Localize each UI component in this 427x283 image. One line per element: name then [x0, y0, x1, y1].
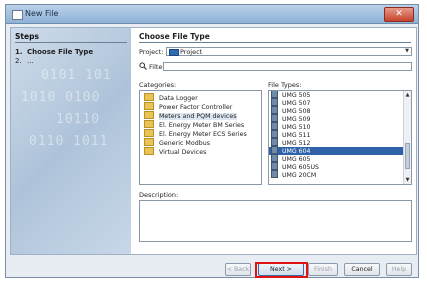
decorative-binary-text: 10110 — [56, 112, 101, 127]
scroll-thumb[interactable] — [405, 143, 410, 169]
step-number: 1. — [15, 48, 23, 56]
device-icon — [271, 162, 278, 170]
step-label: Choose File Type — [27, 48, 94, 56]
categories-list[interactable]: Data Logger Power Factor Controller Mete… — [139, 90, 262, 185]
category-label: Virtual Devices — [159, 149, 207, 156]
project-select[interactable]: Project ▼ — [166, 47, 412, 56]
category-item[interactable]: El. Energy Meter ECS Series — [144, 129, 247, 138]
category-label: El. Energy Meter BM Series — [159, 122, 245, 129]
wizard-content: 0101 101 1010 0100 10110 0110 1011 Steps… — [10, 27, 417, 255]
choose-file-type-panel: Choose File Type Project: Project ▼ Filt… — [139, 28, 414, 254]
folder-icon — [144, 129, 154, 137]
device-icon — [271, 114, 278, 122]
close-button[interactable]: ✕ — [384, 7, 414, 22]
scroll-down-icon[interactable]: ▼ — [404, 177, 411, 183]
file-types-list[interactable]: UMG 505 UMG 507 UMG 508 UMG 509 UMG 510 … — [268, 90, 412, 185]
file-type-item[interactable]: UMG 508 — [269, 106, 403, 115]
finish-button[interactable]: Finish — [308, 263, 338, 276]
file-type-label: UMG 512 — [282, 140, 311, 147]
step-item-2: 2.... — [15, 57, 34, 65]
category-label: El. Energy Meter ECS Series — [159, 131, 247, 138]
back-button[interactable]: < Back — [225, 263, 251, 276]
category-item[interactable]: Generic Modbus — [144, 138, 210, 147]
device-icon — [271, 138, 278, 146]
categories-label: Categories: — [139, 81, 177, 89]
device-icon — [271, 122, 278, 130]
panel-divider — [139, 42, 411, 43]
window-title: New File — [25, 9, 59, 18]
file-type-item[interactable]: UMG 512 — [269, 138, 403, 147]
steps-heading: Steps — [15, 32, 39, 41]
file-type-item[interactable]: UMG 511 — [269, 130, 403, 139]
file-type-label: UMG 508 — [282, 108, 311, 115]
device-icon — [271, 106, 278, 114]
folder-icon — [144, 93, 154, 101]
description-box — [139, 200, 412, 242]
new-file-icon — [12, 10, 23, 20]
next-button-highlight — [255, 262, 308, 278]
search-icon — [139, 62, 147, 70]
decorative-binary-text: 1010 0100 — [21, 90, 101, 105]
folder-icon — [144, 111, 154, 119]
device-icon — [271, 170, 278, 178]
chevron-down-icon[interactable]: ▼ — [403, 48, 411, 55]
device-icon — [271, 98, 278, 106]
file-type-item[interactable]: UMG 507 — [269, 98, 403, 107]
description-label: Description: — [139, 191, 179, 199]
category-label: Data Logger — [159, 95, 198, 102]
project-label: Project: — [139, 48, 164, 56]
category-item[interactable]: Data Logger — [144, 93, 198, 102]
folder-icon — [144, 102, 154, 110]
device-icon — [271, 91, 278, 98]
category-item[interactable]: Virtual Devices — [144, 147, 207, 156]
cancel-button[interactable]: Cancel — [344, 263, 380, 276]
folder-icon — [144, 120, 154, 128]
project-value: Project — [180, 48, 203, 56]
file-type-label: UMG 605US — [282, 164, 319, 171]
device-icon — [271, 154, 278, 162]
device-icon — [271, 146, 278, 154]
step-number: 2. — [15, 57, 22, 65]
scroll-up-icon[interactable]: ▲ — [404, 92, 411, 98]
category-item-selected[interactable]: Meters and PQM devices — [144, 111, 237, 120]
panel-heading: Choose File Type — [139, 32, 210, 41]
file-type-label: UMG 511 — [282, 132, 311, 139]
file-type-item[interactable]: UMG 605 — [269, 154, 403, 163]
file-type-item[interactable]: UMG 505 — [269, 91, 403, 99]
title-bar[interactable]: New File ✕ — [6, 5, 418, 24]
folder-icon — [144, 147, 154, 155]
category-label: Generic Modbus — [159, 140, 210, 147]
file-type-item-selected[interactable]: UMG 604 — [269, 146, 403, 155]
help-button[interactable]: Help — [386, 263, 412, 276]
decorative-binary-text: 0101 101 — [41, 68, 112, 83]
step-label: ... — [27, 57, 34, 65]
file-type-label: UMG 510 — [282, 124, 311, 131]
file-type-label: UMG 509 — [282, 116, 311, 123]
file-type-item[interactable]: UMG 510 — [269, 122, 403, 131]
file-type-label: UMG 507 — [282, 100, 311, 107]
category-item[interactable]: Power Factor Controller — [144, 102, 233, 111]
file-type-label: UMG 505 — [282, 92, 311, 99]
project-icon — [169, 49, 179, 56]
folder-icon — [144, 138, 154, 146]
file-type-label: UMG 605 — [282, 156, 311, 163]
filter-input[interactable] — [163, 62, 412, 71]
file-type-item[interactable]: UMG 605US — [269, 162, 403, 171]
file-types-label: File Types: — [268, 81, 302, 89]
file-types-scrollbar[interactable]: ▲ ▼ — [403, 91, 411, 184]
file-type-item[interactable]: UMG 20CM — [269, 170, 403, 179]
file-type-item[interactable]: UMG 509 — [269, 114, 403, 123]
step-item-1: 1. Choose File Type — [15, 48, 93, 56]
file-type-label: UMG 20CM — [282, 172, 317, 179]
category-label: Meters and PQM devices — [159, 113, 237, 120]
category-label: Power Factor Controller — [159, 104, 233, 111]
category-item[interactable]: El. Energy Meter BM Series — [144, 120, 245, 129]
steps-divider — [15, 42, 127, 43]
steps-panel: 0101 101 1010 0100 10110 0110 1011 Steps… — [11, 28, 131, 254]
file-type-label: UMG 604 — [282, 148, 311, 155]
decorative-binary-text: 0110 1011 — [29, 134, 109, 149]
new-file-dialog: New File ✕ 0101 101 1010 0100 10110 0110… — [5, 4, 419, 278]
device-icon — [271, 130, 278, 138]
